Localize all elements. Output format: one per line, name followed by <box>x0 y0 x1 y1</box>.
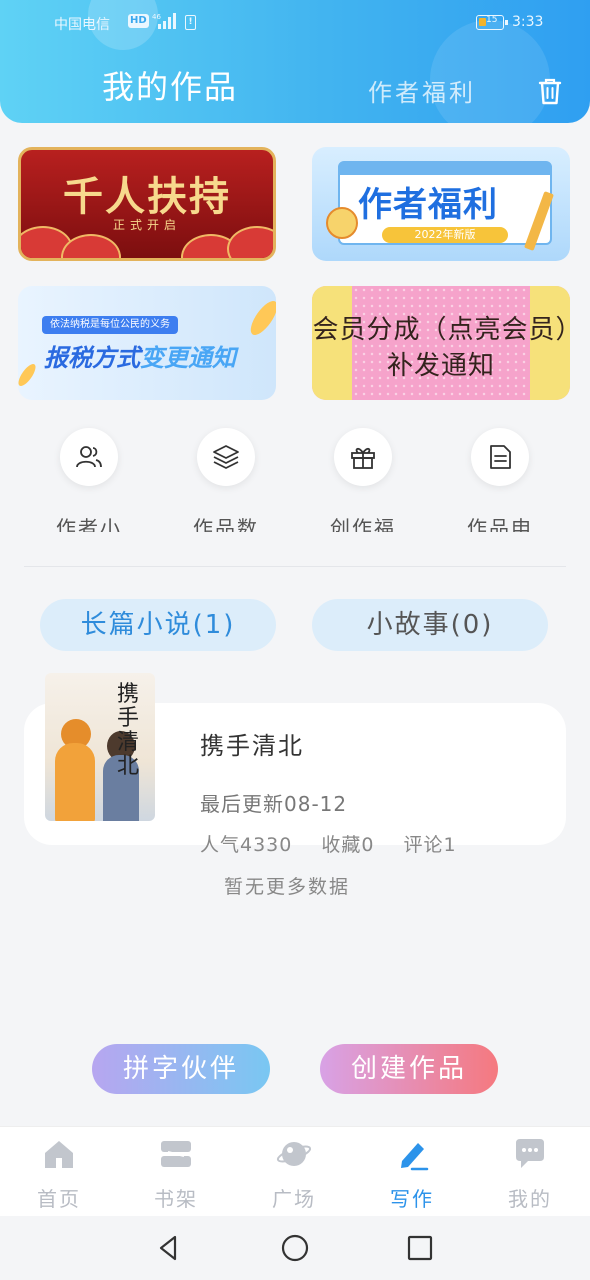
quick-icon-circle <box>334 428 392 486</box>
window-titlebar <box>340 163 550 175</box>
banner-title-accent: 变更通知 <box>140 344 236 372</box>
book-cover[interactable]: 携手清北 <box>45 673 155 821</box>
quick-link-label: 作品申 <box>467 516 533 532</box>
leaf-decoration <box>245 297 276 339</box>
author-welfare-link[interactable]: 作者福利 <box>368 73 476 108</box>
nav-item-square[interactable]: 广场 <box>254 1137 334 1212</box>
battery-level: 15 <box>486 15 498 25</box>
tab-short-story[interactable]: 小故事(0) <box>312 599 548 651</box>
quick-link-label: 创作福 <box>330 516 396 532</box>
system-nav-bar <box>0 1216 590 1280</box>
work-popularity: 人气4330 <box>200 834 293 856</box>
alert-icon: ! <box>185 15 196 30</box>
banner-title-main: 报税方式 <box>44 344 140 372</box>
quick-link-creation-welfare[interactable]: 创作福 <box>318 428 408 532</box>
banner-tax-notice[interactable]: 依法纳税是每位公民的义务 报税方式变更通知 <box>18 286 276 400</box>
bottom-nav: 首页 书架 广场 写作 我的 <box>0 1126 590 1216</box>
quick-link-label: 作品数 <box>193 516 259 532</box>
battery-nub <box>505 20 508 25</box>
banner-title: 会员分成（点亮会员）补发通知 <box>312 315 570 381</box>
writing-partner-button[interactable]: 拼字伙伴 <box>92 1044 270 1094</box>
banner-title: 报税方式变更通知 <box>44 338 236 373</box>
create-work-button[interactable]: 创建作品 <box>320 1044 498 1094</box>
signal-text: 46 <box>152 13 161 21</box>
banner-title: 作者福利 <box>358 185 498 225</box>
work-title[interactable]: 携手清北 <box>200 726 304 761</box>
nav-label: 首页 <box>37 1187 81 1211</box>
quick-icon-circle <box>197 428 255 486</box>
battery-icon: 15 <box>476 15 508 30</box>
divider <box>24 566 566 567</box>
cover-figure <box>55 743 95 821</box>
work-stats: 人气4330 收藏0 评论1 <box>200 830 479 857</box>
banner-author-welfare[interactable]: 作者福利 2022年新版 <box>312 147 570 261</box>
nav-label: 广场 <box>272 1187 316 1211</box>
work-last-updated: 最后更新08-12 <box>200 792 348 816</box>
alarm-clock-icon <box>326 207 358 239</box>
banner-title: 千人扶持 <box>63 173 231 220</box>
clock: 3:33 <box>512 14 544 30</box>
bookshelf-icon <box>161 1141 191 1167</box>
banner-badge: 2022年新版 <box>382 227 508 243</box>
home-icon <box>45 1141 73 1168</box>
no-more-data: 暂无更多数据 <box>224 876 351 898</box>
leaf-decoration <box>18 361 39 389</box>
quick-icon-circle <box>60 428 118 486</box>
work-comments: 评论1 <box>403 834 457 856</box>
home-circle-icon[interactable] <box>279 1232 311 1264</box>
gift-icon <box>351 447 375 469</box>
banner-thousand-support[interactable]: 千人扶持 正式开启 <box>18 147 276 261</box>
page-title: 我的作品 <box>102 68 239 106</box>
document-icon <box>490 445 511 469</box>
nav-label: 写作 <box>390 1187 434 1211</box>
nav-item-bookshelf[interactable]: 书架 <box>136 1137 216 1212</box>
hd-badge: HD <box>128 14 149 28</box>
nav-item-home[interactable]: 首页 <box>19 1137 99 1212</box>
pen-icon <box>401 1143 429 1171</box>
work-favorites: 收藏0 <box>321 834 375 856</box>
users-icon <box>76 446 102 468</box>
banner-member-share[interactable]: 会员分成（点亮会员）补发通知 <box>312 286 570 400</box>
quick-link-author-guide[interactable]: 作者小 <box>44 428 134 532</box>
carrier-label: 中国电信 <box>54 17 110 33</box>
quick-icon-circle <box>471 428 529 486</box>
trash-icon[interactable] <box>534 75 566 107</box>
banner-tag: 依法纳税是每位公民的义务 <box>42 316 178 334</box>
quick-link-work-data[interactable]: 作品数 <box>181 428 271 532</box>
layers-icon <box>213 445 239 469</box>
planet-icon <box>276 1142 312 1166</box>
nav-item-mine[interactable]: 我的 <box>490 1137 570 1212</box>
battery-fill <box>479 18 486 26</box>
back-icon[interactable] <box>153 1232 185 1264</box>
status-bar: 中国电信 HD 46 ! 15 3:33 <box>0 8 590 38</box>
nav-item-write[interactable]: 写作 <box>372 1137 452 1212</box>
nav-label: 书架 <box>154 1187 198 1211</box>
header: 中国电信 HD 46 ! 15 3:33 我的作品 作者福利 <box>0 0 590 123</box>
recents-icon[interactable] <box>404 1232 436 1264</box>
signal-icon: 46 <box>152 13 176 29</box>
quick-link-label: 作者小 <box>56 516 122 532</box>
cover-title: 携手清北 <box>117 682 140 779</box>
chat-bubble-icon <box>516 1139 544 1168</box>
tab-long-novel[interactable]: 长篇小说(1) <box>40 599 276 651</box>
quick-link-work-apply[interactable]: 作品申 <box>455 428 545 532</box>
nav-label: 我的 <box>508 1187 552 1211</box>
